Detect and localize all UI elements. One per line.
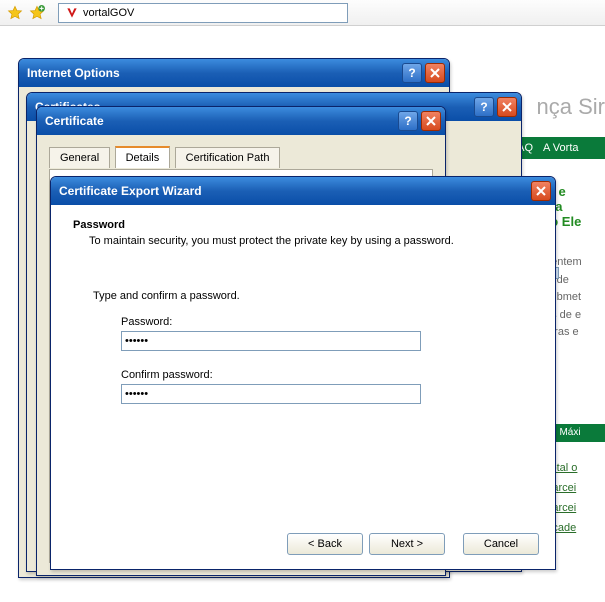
titlebar-certificate[interactable]: Certificate ? <box>37 107 445 135</box>
back-button[interactable]: < Back <box>287 533 363 555</box>
add-favorite-icon[interactable] <box>29 5 45 21</box>
close-icon <box>430 68 440 78</box>
title-text: Certificate Export Wizard <box>59 184 528 198</box>
password-label: Password: <box>121 316 513 328</box>
wizard-subheading: To maintain security, you must protect t… <box>89 235 533 247</box>
site-logo-icon <box>65 6 79 20</box>
favorites-star-icon[interactable] <box>7 5 23 21</box>
close-button[interactable] <box>497 97 517 117</box>
title-text: Certificate <box>45 114 395 128</box>
wizard-buttons: < Back Next > Cancel <box>281 533 539 555</box>
close-icon <box>502 102 512 112</box>
bg-heading: nça Sir <box>537 94 605 120</box>
wizard-heading: Password <box>73 219 533 231</box>
browser-toolbar: vortalGOV <box>0 0 605 26</box>
titlebar-internet-options[interactable]: Internet Options ? <box>19 59 449 87</box>
close-icon <box>426 116 436 126</box>
window-export-wizard: Certificate Export Wizard Password To ma… <box>50 176 556 570</box>
tab-general[interactable]: General <box>49 147 110 168</box>
close-button[interactable] <box>421 111 441 131</box>
wizard-body: Password To maintain security, you must … <box>51 205 555 569</box>
close-button[interactable] <box>531 181 551 201</box>
confirm-password-label: Confirm password: <box>121 369 513 381</box>
close-icon <box>536 186 546 196</box>
tab-certification-path[interactable]: Certification Path <box>175 147 281 168</box>
divider <box>51 522 555 523</box>
help-button[interactable]: ? <box>474 97 494 117</box>
tab-details[interactable]: Details <box>115 146 171 168</box>
title-text: Internet Options <box>27 66 399 80</box>
wizard-header: Password To maintain security, you must … <box>51 205 555 257</box>
password-input[interactable] <box>121 331 421 351</box>
wizard-content: Type and confirm a password. Password: C… <box>51 262 555 432</box>
confirm-password-input[interactable] <box>121 384 421 404</box>
help-button[interactable]: ? <box>398 111 418 131</box>
wizard-instruction: Type and confirm a password. <box>93 290 513 302</box>
page-title: vortalGOV <box>83 7 134 19</box>
cancel-button[interactable]: Cancel <box>463 533 539 555</box>
close-button[interactable] <box>425 63 445 83</box>
titlebar-wizard[interactable]: Certificate Export Wizard <box>51 177 555 205</box>
next-button[interactable]: Next > <box>369 533 445 555</box>
menu-avortal[interactable]: A Vorta <box>543 142 578 154</box>
help-button[interactable]: ? <box>402 63 422 83</box>
page-tab[interactable]: vortalGOV <box>58 3 348 23</box>
